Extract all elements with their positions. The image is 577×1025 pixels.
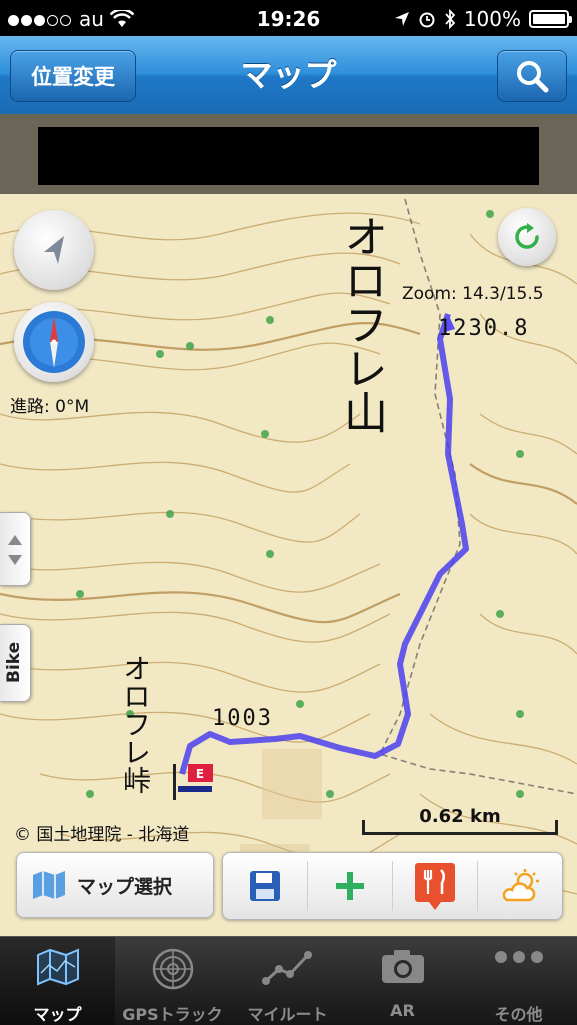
map-icon	[33, 871, 65, 899]
navigation-bar: 位置変更 マップ	[0, 36, 577, 115]
zoom-level: Zoom: 14.3/15.5	[402, 284, 544, 304]
mountain-name-label: オロフレ山	[336, 214, 387, 434]
bike-mode-tab[interactable]: Bike	[0, 624, 31, 702]
map-view[interactable]: E オロフレ山 1230.8 1003 オロフレ峠 Zoom: 14.3/15.…	[0, 194, 577, 936]
camera-icon	[381, 950, 424, 983]
heading-readout: 進路: 0°M	[10, 397, 90, 417]
map-attribution: © 国土地理院 - 北海道	[14, 825, 190, 845]
add-icon	[336, 872, 364, 900]
tab-gps-track-label: GPSトラック	[122, 1005, 223, 1024]
tab-ar[interactable]: AR	[345, 937, 460, 1025]
summit-elevation-label: 1230.8	[438, 316, 530, 341]
up-down-icon	[8, 535, 22, 565]
location-arrow-icon	[394, 12, 409, 26]
compass-button[interactable]	[14, 302, 94, 382]
tab-ar-label: AR	[390, 1001, 415, 1020]
bluetooth-icon	[445, 9, 456, 29]
status-bar: au 19:26 100%	[0, 0, 577, 36]
current-location-button[interactable]	[14, 210, 94, 290]
map-select-button[interactable]: マップ選択	[16, 852, 214, 918]
save-icon	[250, 871, 280, 901]
pass-name-label: オロフレ峠	[119, 654, 152, 794]
route-icon	[261, 951, 312, 985]
tab-my-route-label: マイルート	[247, 1005, 328, 1024]
tab-gps-track[interactable]: GPSトラック	[115, 937, 230, 1025]
save-button[interactable]	[223, 853, 307, 919]
bike-label: Bike	[4, 641, 24, 683]
weather-icon	[502, 869, 539, 902]
map-select-label: マップ選択	[77, 875, 173, 898]
tab-more[interactable]: その他	[460, 937, 577, 1025]
scale-bar: 0.62 km	[362, 802, 558, 840]
point-elevation-label: 1003	[212, 706, 273, 731]
search-button[interactable]	[497, 50, 567, 102]
page-title: マップ	[240, 56, 337, 94]
battery-icon	[529, 10, 572, 28]
tab-map[interactable]: マップ	[0, 937, 115, 1025]
svg-text:E: E	[196, 767, 204, 781]
map-tools-group	[222, 852, 563, 920]
refresh-icon	[515, 223, 539, 249]
track-end-marker: E	[173, 764, 213, 800]
search-icon	[517, 61, 549, 93]
refresh-button[interactable]	[498, 208, 556, 266]
location-arrow-icon	[44, 236, 64, 264]
scale-label: 0.62 km	[419, 806, 501, 827]
battery-percent: 100%	[463, 7, 521, 31]
tab-my-route[interactable]: マイルート	[230, 937, 345, 1025]
tab-more-label: その他	[494, 1005, 543, 1024]
map-icon	[36, 948, 79, 986]
tab-bar: マップ GPSトラック マイルート AR その他	[0, 936, 577, 1025]
add-button[interactable]	[308, 853, 392, 919]
alarm-icon	[419, 12, 435, 28]
compass-icon	[23, 311, 85, 373]
scroll-toggle[interactable]	[0, 512, 31, 586]
radar-icon	[152, 948, 193, 990]
more-icon	[494, 951, 543, 963]
redacted-area	[38, 127, 539, 185]
weather-button[interactable]	[478, 853, 562, 919]
restaurant-button[interactable]	[393, 853, 477, 919]
restaurant-icon	[415, 863, 455, 910]
tab-map-label: マップ	[33, 1005, 82, 1024]
info-banner	[0, 114, 577, 194]
